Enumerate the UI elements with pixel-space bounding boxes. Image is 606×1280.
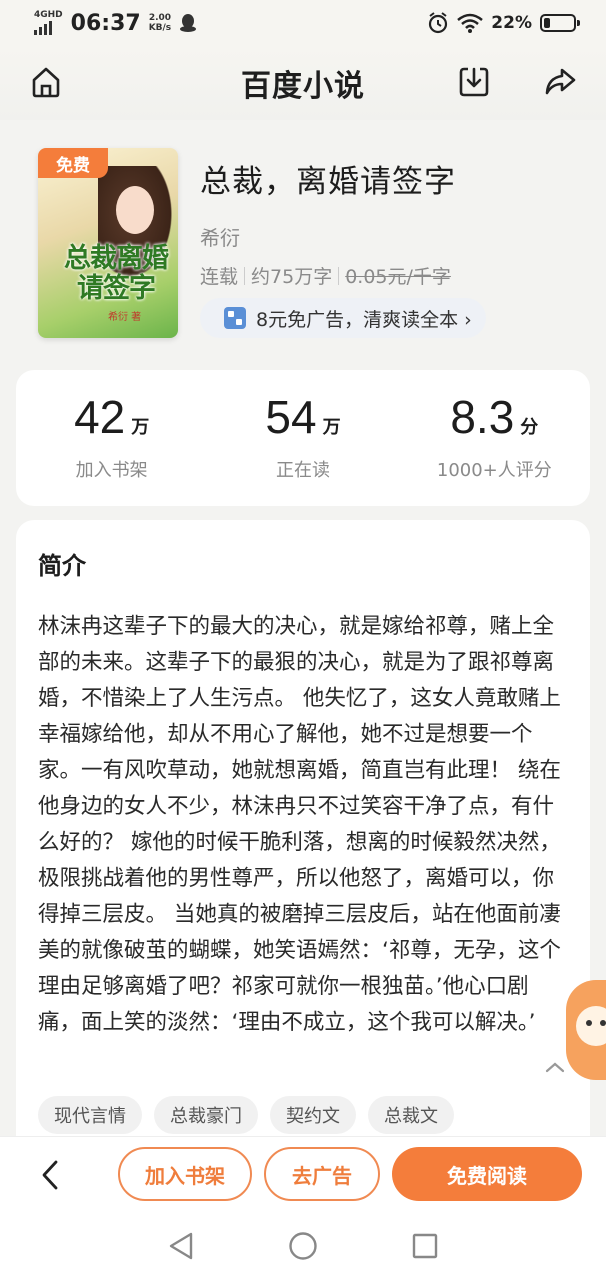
stat-label: 加入书架 bbox=[75, 460, 148, 481]
divider bbox=[244, 266, 246, 285]
tag[interactable]: 契约文 bbox=[270, 1096, 356, 1134]
chevron-up-icon bbox=[545, 1062, 565, 1073]
home-icon bbox=[32, 67, 60, 98]
download-button[interactable] bbox=[454, 62, 494, 102]
synopsis-card: 简介 林沫冉这辈子下的最大的决心，就是嫁给祁尊，赌上全部的未来。这辈子下的最狠的… bbox=[16, 520, 590, 1160]
ad-free-icon bbox=[224, 307, 246, 329]
free-badge: 免费 bbox=[38, 148, 108, 178]
battery-icon bbox=[540, 14, 580, 32]
remove-ads-button[interactable]: 去广告 bbox=[264, 1147, 380, 1201]
price: 0.05元/千字 bbox=[345, 266, 451, 288]
battery-percent: 22% bbox=[491, 13, 532, 33]
mascot-face bbox=[576, 1006, 606, 1046]
action-bar: 加入书架 去广告 免费阅读 bbox=[0, 1136, 606, 1212]
nav-recents-button[interactable] bbox=[405, 1226, 445, 1266]
download-icon bbox=[459, 67, 489, 97]
book-cover[interactable]: 免费 总裁离婚请签字 希衍 著 bbox=[38, 148, 178, 338]
system-nav-bar bbox=[0, 1212, 606, 1280]
circle-home-icon bbox=[289, 1232, 317, 1260]
cover-author: 希衍 著 bbox=[108, 312, 142, 323]
mascot-widget[interactable] bbox=[566, 980, 606, 1080]
tag[interactable]: 总裁文 bbox=[368, 1096, 454, 1134]
qq-icon bbox=[180, 14, 197, 32]
nav-back-button[interactable] bbox=[161, 1226, 201, 1266]
book-author[interactable]: 希衍 bbox=[200, 222, 240, 251]
book-title: 总裁，离婚请签字 bbox=[200, 164, 456, 200]
collapse-button[interactable] bbox=[540, 1052, 570, 1082]
battery-level bbox=[544, 18, 551, 28]
signal-icon bbox=[34, 21, 52, 35]
share-icon bbox=[545, 68, 576, 95]
tag[interactable]: 总裁豪门 bbox=[154, 1096, 258, 1134]
page-title: 百度小说 bbox=[241, 69, 365, 104]
clock: 06:37 bbox=[70, 10, 141, 36]
cover-face bbox=[116, 186, 154, 234]
add-to-shelf-button[interactable]: 加入书架 bbox=[118, 1147, 252, 1201]
status-bar: 4GHD 06:37 2.00 KB/s 22% bbox=[0, 0, 606, 46]
stat-value: 42 bbox=[74, 391, 126, 443]
book-meta: 连载 约75万字 0.05元/千字 bbox=[200, 262, 451, 289]
stat-shelf: 42 万 加入书架 bbox=[16, 370, 207, 506]
book-info: 免费 总裁离婚请签字 希衍 著 总裁，离婚请签字 希衍 连载 约75万字 0.0… bbox=[0, 120, 606, 370]
stat-unit: 万 bbox=[131, 417, 150, 438]
divider bbox=[338, 266, 340, 285]
wifi-icon bbox=[457, 13, 484, 33]
square-recents-icon bbox=[412, 1233, 438, 1259]
home-button[interactable] bbox=[26, 62, 66, 102]
ad-free-text: 8元免广告，清爽读全本 › bbox=[256, 308, 472, 331]
network-type: 4GHD bbox=[34, 10, 63, 20]
stat-value: 54 bbox=[265, 391, 317, 443]
serial-status: 连载 bbox=[200, 266, 239, 288]
word-count: 约75万字 bbox=[251, 266, 333, 288]
app-header: 百度小说 bbox=[0, 46, 606, 120]
mascot-eye bbox=[600, 1020, 606, 1026]
stat-value: 8.3 bbox=[450, 391, 515, 443]
chevron-left-icon bbox=[42, 1160, 58, 1190]
nav-home-button[interactable] bbox=[283, 1226, 323, 1266]
stat-rating[interactable]: 8.3 分 1000+人评分 bbox=[399, 370, 590, 506]
stat-unit: 万 bbox=[322, 417, 341, 438]
alarm-icon bbox=[429, 12, 448, 34]
network-speed: 2.00 KB/s bbox=[148, 13, 172, 33]
mascot-eye bbox=[586, 1020, 592, 1026]
ad-free-banner[interactable]: 8元免广告，清爽读全本 › bbox=[200, 298, 486, 338]
back-button[interactable] bbox=[30, 1155, 70, 1195]
tag[interactable]: 现代言情 bbox=[38, 1096, 142, 1134]
cover-title: 总裁离婚请签字 bbox=[64, 243, 169, 304]
stat-label: 1000+人评分 bbox=[436, 460, 552, 481]
synopsis-heading: 简介 bbox=[38, 552, 86, 580]
free-read-button[interactable]: 免费阅读 bbox=[392, 1147, 582, 1201]
stat-unit: 分 bbox=[520, 417, 539, 438]
stats-card: 42 万 加入书架 54 万 正在读 8.3 分 1000+人评分 bbox=[16, 370, 590, 506]
synopsis-text[interactable]: 林沫冉这辈子下的最大的决心，就是嫁给祁尊，赌上全部的未来。这辈子下的最狠的决心，… bbox=[38, 609, 568, 1077]
share-button[interactable] bbox=[540, 62, 580, 102]
tag-list: 现代言情 总裁豪门 契约文 总裁文 bbox=[38, 1096, 454, 1134]
triangle-back-icon bbox=[169, 1232, 193, 1260]
stat-reading: 54 万 正在读 bbox=[207, 370, 398, 506]
stat-label: 正在读 bbox=[275, 460, 330, 481]
